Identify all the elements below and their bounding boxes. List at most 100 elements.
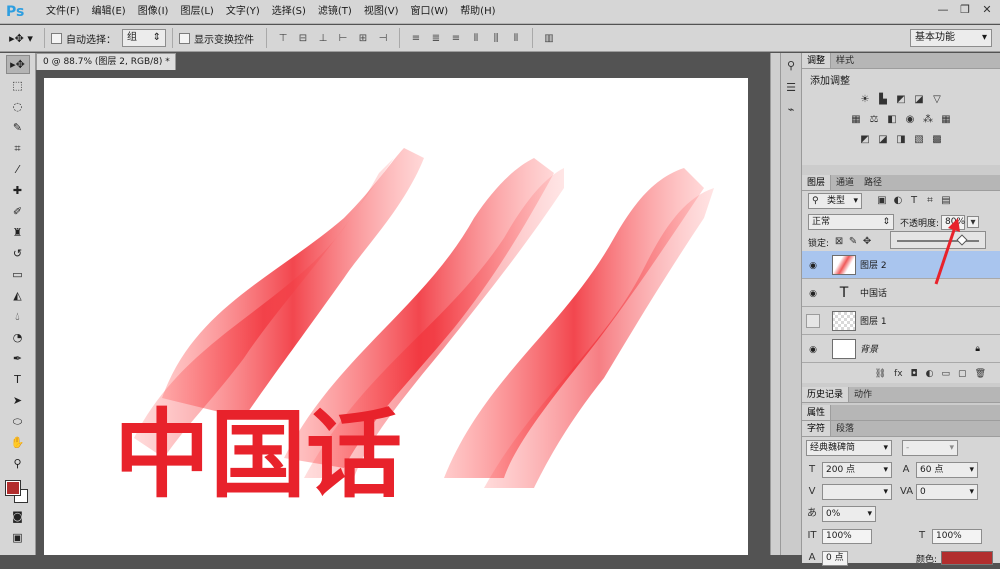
brightness-icon[interactable]: ☀ xyxy=(859,94,871,106)
tab-layers[interactable]: 图层 xyxy=(802,175,832,190)
lock-pixels-icon[interactable]: ✎ xyxy=(847,236,859,248)
filter-shape-icon[interactable]: ⌗ xyxy=(924,195,936,207)
healing-brush-tool-icon[interactable]: ✚ xyxy=(6,181,30,200)
tracking-dropdown[interactable]: 0 ▾ xyxy=(916,484,978,500)
auto-select-dropdown[interactable]: 组 ⇕ xyxy=(122,29,166,47)
canvas[interactable]: 中国话 xyxy=(44,78,748,555)
visibility-hidden-box[interactable] xyxy=(806,313,820,328)
move-tool-icon[interactable]: ▸✥ xyxy=(5,55,30,74)
layer-row-layer1[interactable]: 图层 1 xyxy=(802,307,1000,335)
new-layer-icon[interactable]: ▢ xyxy=(958,369,967,383)
distribute-top-icon[interactable]: ≡ xyxy=(409,31,423,45)
tab-history[interactable]: 历史记录 xyxy=(802,387,850,402)
new-adjustment-icon[interactable]: ◐ xyxy=(926,369,934,383)
black-white-icon[interactable]: ◧ xyxy=(886,114,898,126)
history-panel-icon[interactable]: ⚲ xyxy=(783,59,799,75)
color-balance-icon[interactable]: ⚖ xyxy=(868,114,880,126)
tab-properties[interactable]: 属性 xyxy=(802,405,832,420)
layer-filter-dropdown[interactable]: ⚲ 类型 ▾ xyxy=(808,193,862,209)
text-color-swatch[interactable] xyxy=(941,551,994,565)
hand-tool-icon[interactable]: ✋ xyxy=(6,433,30,452)
gradient-map-icon[interactable]: ▧ xyxy=(913,134,925,146)
distribute-left-icon[interactable]: ⫴ xyxy=(469,31,483,45)
history-brush-tool-icon[interactable]: ↺ xyxy=(6,244,30,263)
lock-transparent-icon[interactable]: ⊠ xyxy=(833,236,845,248)
baseline-input[interactable]: 0 点 xyxy=(822,550,848,566)
type-tool-icon[interactable]: T xyxy=(6,370,30,389)
hue-saturation-icon[interactable]: ▦ xyxy=(850,114,862,126)
canvas-scrollbar[interactable] xyxy=(770,53,780,555)
distribute-hcenter-icon[interactable]: ⫼ xyxy=(489,31,503,45)
add-mask-icon[interactable]: ◘ xyxy=(911,369,918,383)
vertical-scale-input[interactable]: 100% xyxy=(822,528,872,544)
menu-filter[interactable]: 滤镜(T) xyxy=(312,0,358,24)
layer-row-layer2[interactable]: ◉ 图层 2 xyxy=(802,251,1000,279)
posterize-icon[interactable]: ◪ xyxy=(877,134,889,146)
menu-window[interactable]: 窗口(W) xyxy=(404,0,454,24)
tsume-dropdown[interactable]: 0% ▾ xyxy=(822,506,876,522)
align-bottom-icon[interactable]: ⊥ xyxy=(316,31,330,45)
visibility-eye-icon[interactable]: ◉ xyxy=(806,286,820,300)
tab-adjustments[interactable]: 调整 xyxy=(802,53,832,68)
show-transform-checkbox[interactable] xyxy=(179,32,190,44)
menu-help[interactable]: 帮助(H) xyxy=(454,0,501,24)
tab-paths[interactable]: 路径 xyxy=(859,175,887,190)
restore-icon[interactable]: ❐ xyxy=(956,2,974,18)
align-left-icon[interactable]: ⊢ xyxy=(336,31,350,45)
blur-tool-icon[interactable]: 💧︎ xyxy=(6,307,30,326)
align-top-icon[interactable]: ⊤ xyxy=(276,31,290,45)
zoom-tool-icon[interactable]: ⚲ xyxy=(6,454,30,473)
ellipse-tool-icon[interactable]: ⬭ xyxy=(6,412,30,431)
opacity-dropdown-icon[interactable]: ▾ xyxy=(967,216,980,228)
tab-actions[interactable]: 动作 xyxy=(849,387,877,402)
menu-view[interactable]: 视图(V) xyxy=(358,0,405,24)
minimize-icon[interactable]: — xyxy=(934,2,952,18)
properties-panel-icon[interactable]: ☰ xyxy=(783,81,799,97)
eyedropper-tool-icon[interactable]: ⁄ xyxy=(6,160,30,179)
crop-tool-icon[interactable]: ⌗ xyxy=(6,139,30,158)
filter-type-icon[interactable]: T xyxy=(908,195,920,207)
kerning-dropdown[interactable]: ▾ xyxy=(822,484,892,500)
menu-edit[interactable]: 编辑(E) xyxy=(86,0,132,24)
auto-select-option[interactable]: 自动选择： xyxy=(51,31,116,46)
visibility-eye-icon[interactable]: ◉ xyxy=(806,258,820,272)
workspace-dropdown[interactable]: 基本功能 ▾ xyxy=(910,29,992,47)
layer-row-text[interactable]: ◉ T 中国话 xyxy=(802,279,1000,307)
delete-layer-icon[interactable]: 🗑︎ xyxy=(975,369,986,383)
distribute-right-icon[interactable]: ⫴ xyxy=(509,31,523,45)
tab-paragraph[interactable]: 段落 xyxy=(831,421,859,436)
auto-align-icon[interactable]: ▥ xyxy=(542,31,556,45)
font-style-dropdown[interactable]: - ▾ xyxy=(902,440,958,456)
brush-tool-icon[interactable]: ✐ xyxy=(6,202,30,221)
tab-styles[interactable]: 样式 xyxy=(831,53,859,68)
align-vcenter-icon[interactable]: ⊟ xyxy=(296,31,310,45)
foreground-color-swatch[interactable] xyxy=(4,480,21,496)
tab-channels[interactable]: 通道 xyxy=(831,175,859,190)
curves-icon[interactable]: ◩ xyxy=(895,94,907,106)
menu-image[interactable]: 图像(I) xyxy=(132,0,175,24)
color-lookup-icon[interactable]: ▦ xyxy=(940,114,952,126)
blend-mode-dropdown[interactable]: 正常 ⇕ xyxy=(808,214,894,230)
align-hcenter-icon[interactable]: ⊞ xyxy=(356,31,370,45)
distribute-vcenter-icon[interactable]: ≣ xyxy=(429,31,443,45)
show-transform-option[interactable]: 显示变换控件 xyxy=(179,31,254,46)
fx-icon[interactable]: fx xyxy=(894,369,903,383)
threshold-icon[interactable]: ◨ xyxy=(895,134,907,146)
color-swatches[interactable] xyxy=(4,479,32,505)
lasso-tool-icon[interactable]: ◌ xyxy=(6,97,30,116)
visibility-eye-icon[interactable]: ◉ xyxy=(806,342,820,356)
font-family-dropdown[interactable]: 经典魏碑简 ▾ xyxy=(806,440,892,456)
path-selection-tool-icon[interactable]: ➤ xyxy=(6,391,30,410)
clone-stamp-tool-icon[interactable]: ♜ xyxy=(6,223,30,242)
exposure-icon[interactable]: ◪ xyxy=(913,94,925,106)
tab-character[interactable]: 字符 xyxy=(802,421,832,436)
invert-icon[interactable]: ◩ xyxy=(859,134,871,146)
dodge-tool-icon[interactable]: ◔ xyxy=(6,328,30,347)
filter-pixel-icon[interactable]: ▣ xyxy=(876,195,888,207)
layer-row-background[interactable]: ◉ 背景 🔒︎ xyxy=(802,335,1000,363)
levels-icon[interactable]: ▙ xyxy=(877,94,889,106)
vibrance-icon[interactable]: ▽ xyxy=(931,94,943,106)
close-icon[interactable]: ✕ xyxy=(978,2,996,18)
paint-bucket-tool-icon[interactable]: ◭ xyxy=(6,286,30,305)
menu-layer[interactable]: 图层(L) xyxy=(174,0,219,24)
